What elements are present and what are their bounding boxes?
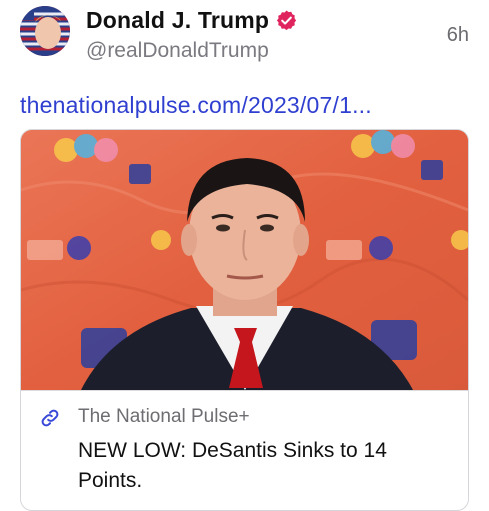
- link-preview-card[interactable]: The National Pulse+ NEW LOW: DeSantis Si…: [20, 129, 469, 511]
- card-source: The National Pulse+: [78, 406, 250, 427]
- card-title[interactable]: NEW LOW: DeSantis Sinks to 14 Points.: [78, 436, 448, 496]
- avatar[interactable]: [20, 6, 70, 56]
- verified-badge-icon: [275, 9, 298, 32]
- post-link[interactable]: thenationalpulse.com/2023/07/1...: [20, 92, 372, 119]
- link-icon: [39, 407, 61, 429]
- card-image: [21, 130, 468, 390]
- display-name-text: Donald J. Trump: [86, 7, 270, 33]
- user-handle[interactable]: @realDonaldTrump: [86, 39, 269, 63]
- display-name[interactable]: Donald J. Trump: [86, 7, 298, 34]
- post-timestamp: 6h: [446, 24, 469, 46]
- card-divider: [21, 390, 468, 391]
